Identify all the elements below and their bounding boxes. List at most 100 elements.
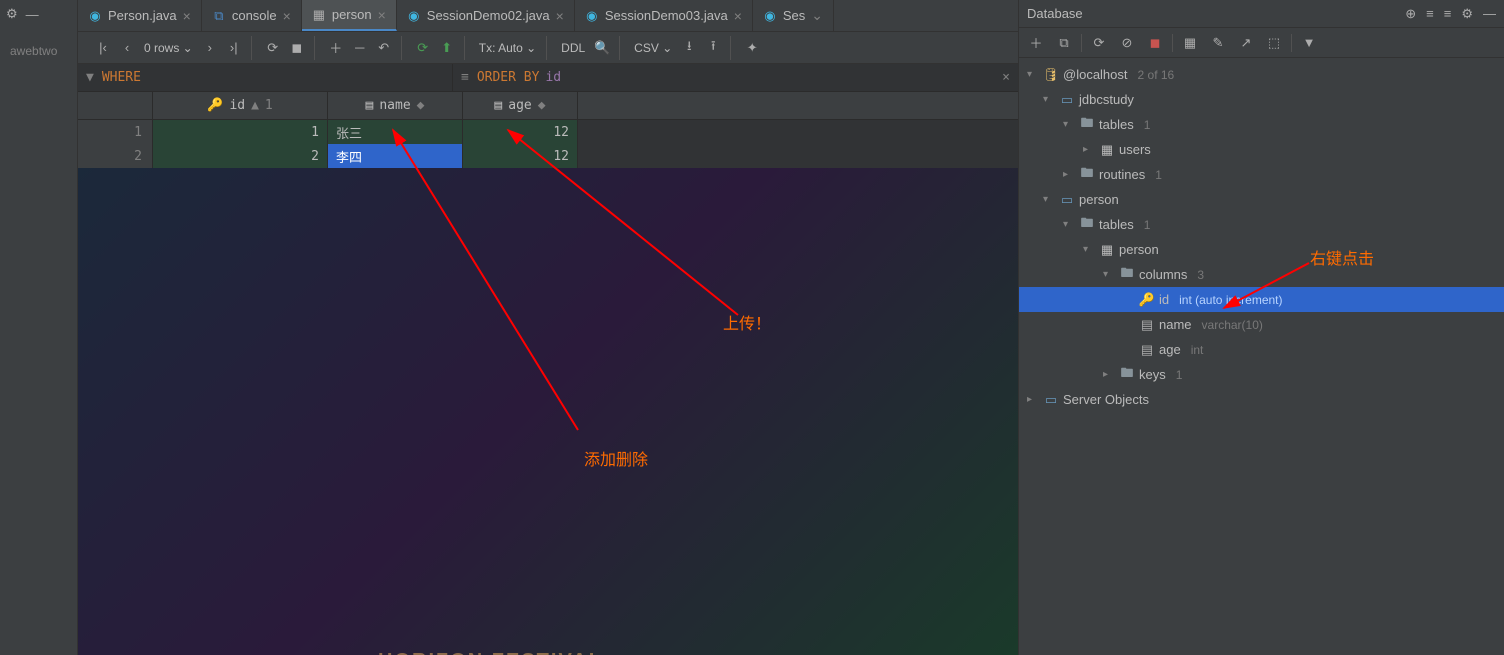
- prev-page-icon[interactable]: ‹: [116, 37, 138, 59]
- tab-person-table[interactable]: ▦ person ×: [302, 0, 397, 31]
- java-icon: ◉: [763, 9, 777, 23]
- tree-server-objects[interactable]: ▸ ▭ Server Objects: [1019, 387, 1504, 412]
- table-row[interactable]: 2 2 李四 12: [78, 144, 1018, 168]
- where-filter[interactable]: ▼ WHERE: [78, 64, 453, 91]
- cell-id[interactable]: 1: [153, 120, 328, 144]
- tab-truncated[interactable]: ◉ Ses ⌄: [753, 0, 834, 31]
- chevron-right-icon[interactable]: ▸: [1063, 169, 1075, 180]
- submit-button[interactable]: ⬆: [436, 37, 458, 59]
- tree-tables-folder[interactable]: ▾ 🖿 tables 1: [1019, 112, 1504, 137]
- editor-tabs: ◉ Person.java × ⧉ console × ▦ person × ◉…: [78, 0, 1018, 32]
- close-icon[interactable]: ×: [556, 8, 564, 24]
- tree-schema-person[interactable]: ▾ ▭ person: [1019, 187, 1504, 212]
- remove-row-button[interactable]: －: [349, 37, 371, 59]
- chevron-down-icon[interactable]: ▾: [1043, 194, 1055, 205]
- stop-icon[interactable]: ◼: [1144, 32, 1166, 54]
- add-row-button[interactable]: ＋: [325, 37, 347, 59]
- tree-table-person[interactable]: ▾ ▦ person: [1019, 237, 1504, 262]
- chevron-down-icon[interactable]: ⌄: [811, 7, 823, 24]
- cell-name[interactable]: 张三: [328, 120, 463, 144]
- cell-age[interactable]: 12: [463, 120, 578, 144]
- preview-changes-icon[interactable]: ⟳: [412, 37, 434, 59]
- close-icon[interactable]: ×: [183, 8, 191, 24]
- tab-session02[interactable]: ◉ SessionDemo02.java ×: [397, 0, 575, 31]
- duplicate-icon[interactable]: ⧉: [1053, 32, 1075, 54]
- column-header-age[interactable]: ▤ age ◆: [463, 92, 578, 119]
- tree-column-age[interactable]: ▤ age int: [1019, 337, 1504, 362]
- chevron-down-icon[interactable]: ▾: [1083, 244, 1095, 255]
- console-icon: ⧉: [212, 9, 226, 23]
- tree-table-users[interactable]: ▸ ▦ users: [1019, 137, 1504, 162]
- chevron-down-icon[interactable]: ▾: [1027, 69, 1039, 80]
- tree-routines-folder[interactable]: ▸ 🖿 routines 1: [1019, 162, 1504, 187]
- column-icon: ▤: [366, 98, 374, 113]
- chevron-down-icon[interactable]: ▾: [1043, 94, 1055, 105]
- reload-icon[interactable]: ⟳: [262, 37, 284, 59]
- tree-keys-folder[interactable]: ▸ 🖿 keys 1: [1019, 362, 1504, 387]
- tx-dropdown[interactable]: Tx: Auto ⌄: [475, 41, 540, 55]
- folder-icon: 🖿: [1119, 264, 1135, 286]
- chevron-down-icon[interactable]: ▾: [1103, 269, 1115, 280]
- revert-icon[interactable]: ↶: [373, 37, 395, 59]
- search-icon[interactable]: 🔍: [591, 37, 613, 59]
- tree-tables-folder[interactable]: ▾ 🖿 tables 1: [1019, 212, 1504, 237]
- tree-schema-jdbcstudy[interactable]: ▾ ▭ jdbcstudy: [1019, 87, 1504, 112]
- next-page-icon[interactable]: ›: [199, 37, 221, 59]
- row-index-header: [78, 92, 153, 119]
- tree-column-name[interactable]: ▤ name varchar(10): [1019, 312, 1504, 337]
- sort-icon: ≡: [461, 70, 469, 85]
- table-row[interactable]: 1 1 张三 12: [78, 120, 1018, 144]
- expand-icon[interactable]: ≡: [1444, 6, 1452, 22]
- table-view-icon[interactable]: ▦: [1179, 32, 1201, 54]
- collapse-icon[interactable]: ≡: [1426, 6, 1434, 22]
- column-header-id[interactable]: 🔑 id ▲ 1: [153, 92, 328, 119]
- tab-session03[interactable]: ◉ SessionDemo03.java ×: [575, 0, 753, 31]
- tab-console[interactable]: ⧉ console ×: [202, 0, 302, 31]
- clear-filter-icon[interactable]: ×: [1002, 70, 1010, 85]
- tree-columns-folder[interactable]: ▾ 🖿 columns 3: [1019, 262, 1504, 287]
- column-icon: ▤: [494, 98, 502, 113]
- gear-icon[interactable]: ⚙: [6, 6, 18, 22]
- first-page-icon[interactable]: |‹: [92, 37, 114, 59]
- refresh-icon[interactable]: ⟳: [1088, 32, 1110, 54]
- key-column-icon: 🔑: [1139, 292, 1155, 308]
- minimize-icon[interactable]: —: [1483, 6, 1496, 22]
- ddl-button[interactable]: DDL: [557, 41, 589, 55]
- chevron-right-icon[interactable]: ▸: [1103, 369, 1115, 380]
- download-icon[interactable]: ⭳: [678, 37, 700, 59]
- console-icon[interactable]: ⬚: [1263, 32, 1285, 54]
- table-header: 🔑 id ▲ 1 ▤ name ◆ ▤ age ◆: [78, 92, 1018, 120]
- order-by-filter[interactable]: ≡ ORDER BY id ×: [453, 64, 1018, 91]
- database-toolbar: ＋ ⧉ ⟳ ⊘ ◼ ▦ ✎ ↗ ⬚ ▼: [1019, 28, 1504, 58]
- chevron-right-icon[interactable]: ▸: [1027, 394, 1039, 405]
- export-dropdown[interactable]: CSV ⌄: [630, 41, 676, 55]
- minimize-icon[interactable]: —: [26, 7, 39, 22]
- sync-icon[interactable]: ⊘: [1116, 32, 1138, 54]
- tree-column-id[interactable]: 🔑 id int (auto increment): [1019, 287, 1504, 312]
- close-icon[interactable]: ×: [734, 8, 742, 24]
- gear-icon[interactable]: ⚙: [1461, 6, 1473, 22]
- rows-dropdown[interactable]: 0 rows ⌄: [140, 41, 197, 55]
- jump-icon[interactable]: ↗: [1235, 32, 1257, 54]
- compare-icon[interactable]: ✦: [741, 37, 763, 59]
- filter-icon[interactable]: ▼: [1298, 32, 1320, 54]
- upload-icon[interactable]: ⭱: [702, 37, 724, 59]
- cell-id[interactable]: 2: [153, 144, 328, 168]
- chevron-down-icon[interactable]: ▾: [1063, 219, 1075, 230]
- close-icon[interactable]: ×: [378, 7, 386, 23]
- chevron-right-icon[interactable]: ▸: [1083, 144, 1095, 155]
- tab-label: Ses: [783, 8, 805, 23]
- tree-datasource[interactable]: ▾ 🛢 @localhost 2 of 16: [1019, 62, 1504, 87]
- chevron-down-icon[interactable]: ▾: [1063, 119, 1075, 130]
- column-header-name[interactable]: ▤ name ◆: [328, 92, 463, 119]
- server-icon: ▭: [1043, 392, 1059, 408]
- target-icon[interactable]: ⊕: [1405, 6, 1416, 22]
- close-icon[interactable]: ×: [283, 8, 291, 24]
- add-datasource-button[interactable]: ＋: [1025, 32, 1047, 54]
- java-icon: ◉: [88, 9, 102, 23]
- last-page-icon[interactable]: ›|: [223, 37, 245, 59]
- cell-age[interactable]: 12: [463, 144, 578, 168]
- cell-name[interactable]: 李四: [328, 144, 463, 168]
- tab-person-java[interactable]: ◉ Person.java ×: [78, 0, 202, 31]
- edit-icon[interactable]: ✎: [1207, 32, 1229, 54]
